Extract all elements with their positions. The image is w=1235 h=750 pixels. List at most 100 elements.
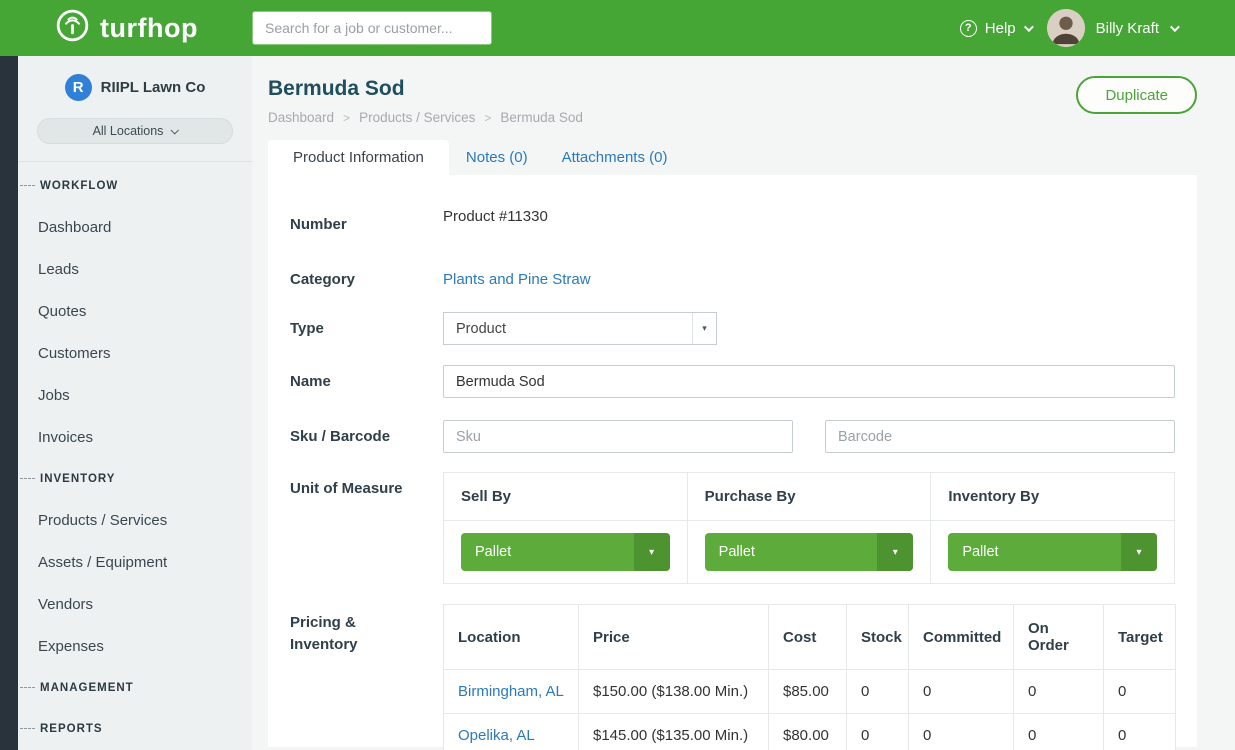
chevron-down-icon: ▾ [877,533,913,571]
turfhop-logo[interactable]: turfhop [0,7,252,49]
name-label: Name [290,365,443,398]
form-row-category: Category Plants and Pine Straw [290,263,1175,289]
sidebar-item-quotes[interactable]: Quotes [18,290,252,332]
sidebar-item-assets-equipment[interactable]: Assets / Equipment [18,541,252,583]
number-label: Number [290,208,443,233]
pricing-header-cost: Cost [769,605,847,670]
number-value: Product #11330 [443,200,548,225]
uom-header-sell-by: Sell By [444,473,688,521]
breadcrumb-separator: > [484,111,491,125]
breadcrumb-current: Bermuda Sod [500,110,583,125]
sidebar-item-jobs[interactable]: Jobs [18,374,252,416]
sidebar-item-customers[interactable]: Customers [18,332,252,374]
form-row-type: Type Product ▾ [290,312,1175,345]
locations-dropdown[interactable]: All Locations [37,118,233,144]
app-window: turfhop ? Help Billy Kraft [0,0,1235,750]
breadcrumb: Dashboard > Products / Services > Bermud… [268,110,583,125]
nav-section-label: WORKFLOW [40,180,118,192]
inventory-by-dropdown[interactable]: Pallet ▾ [948,533,1157,571]
global-search-input[interactable] [252,11,492,45]
sidebar-item-vendors[interactable]: Vendors [18,583,252,625]
topbar-right: ? Help Billy Kraft [960,9,1235,47]
pricing-header-target: Target [1104,605,1176,670]
chevron-down-icon: ▾ [1121,533,1157,571]
stock-cell: 0 [847,714,909,750]
cost-cell: $80.00 [769,714,847,750]
pricing-header-stock: Stock [847,605,909,670]
company-selector[interactable]: R RIIPL Lawn Co [36,74,234,101]
sidebar-item-products-services[interactable]: Products / Services [18,499,252,541]
page-title: Bermuda Sod [268,77,583,101]
form-row-name: Name [290,365,1175,398]
pricing-header-price: Price [579,605,769,670]
sidebar-item-leads[interactable]: Leads [18,248,252,290]
sprinkler-logo-icon [54,7,91,49]
tab-attachments[interactable]: Attachments (0) [545,140,685,175]
table-row: Opelika, AL $145.00 ($135.00 Min.) $80.0… [444,714,1176,750]
name-input[interactable] [443,365,1175,398]
sell-by-value: Pallet [461,544,634,560]
user-avatar [1047,9,1085,47]
committed-cell: 0 [909,670,1014,714]
help-icon: ? [960,20,977,37]
location-link-opelika[interactable]: Opelika, AL [458,727,535,744]
pricing-header-on-order: On Order [1014,605,1104,670]
nav-section-label: INVENTORY [40,473,115,485]
duplicate-button[interactable]: Duplicate [1076,76,1197,114]
breadcrumb-dashboard[interactable]: Dashboard [268,110,334,125]
chevron-down-icon: ▾ [634,533,670,571]
content-shell: R RIIPL Lawn Co All Locations WORKFLOW D… [0,56,1235,750]
section-dash-icon [20,478,35,479]
inventory-by-value: Pallet [948,544,1121,560]
barcode-input[interactable] [825,420,1175,453]
tab-product-information[interactable]: Product Information [268,140,449,175]
user-menu[interactable]: Billy Kraft [1047,9,1177,47]
uom-header-purchase-by: Purchase By [687,473,931,521]
sidebar-item-dashboard[interactable]: Dashboard [18,206,252,248]
purchase-by-dropdown[interactable]: Pallet ▾ [705,533,914,571]
form-row-sku-barcode: Sku / Barcode [290,420,1175,453]
select-arrow-icon: ▾ [692,313,716,344]
chevron-down-icon [1024,22,1034,32]
stock-cell: 0 [847,670,909,714]
pricing-inventory-table: Location Price Cost Stock Committed On O… [443,604,1176,750]
chevron-down-icon [171,126,179,134]
pricing-inventory-label: Pricing & Inventory [290,604,443,750]
target-cell: 0 [1104,714,1176,750]
table-row: Birmingham, AL $150.00 ($138.00 Min.) $8… [444,670,1176,714]
pricing-header-committed: Committed [909,605,1014,670]
breadcrumb-products-services[interactable]: Products / Services [359,110,475,125]
type-label: Type [290,312,443,345]
price-cell: $150.00 ($138.00 Min.) [579,670,769,714]
section-dash-icon [20,185,35,186]
cost-cell: $85.00 [769,670,847,714]
nav-section-reports[interactable]: REPORTS [18,708,252,749]
section-dash-icon [20,728,35,729]
sidebar-nav: WORKFLOW Dashboard Leads Quotes Customer… [18,162,252,749]
category-link[interactable]: Plants and Pine Straw [443,263,591,288]
tab-notes[interactable]: Notes (0) [449,140,545,175]
location-link-birmingham[interactable]: Birmingham, AL [458,683,564,700]
sidebar-item-invoices[interactable]: Invoices [18,416,252,458]
sidebar: R RIIPL Lawn Co All Locations WORKFLOW D… [18,56,252,750]
sku-input[interactable] [443,420,793,453]
pricing-header-row: Location Price Cost Stock Committed On O… [444,605,1176,670]
sidebar-company-block: R RIIPL Lawn Co All Locations [18,56,252,161]
type-select[interactable]: Product ▾ [443,312,717,345]
purchase-by-value: Pallet [705,544,878,560]
uom-header-inventory-by: Inventory By [931,473,1175,521]
user-name: Billy Kraft [1096,20,1159,37]
form-row-pricing-inventory: Pricing & Inventory Location Price Cos [290,604,1175,750]
unit-of-measure-label: Unit of Measure [290,472,443,584]
pricing-header-location: Location [444,605,579,670]
sell-by-dropdown[interactable]: Pallet ▾ [461,533,670,571]
on-order-cell: 0 [1014,714,1104,750]
nav-section-management[interactable]: MANAGEMENT [18,667,252,708]
locations-label: All Locations [93,124,164,138]
sidebar-item-expenses[interactable]: Expenses [18,625,252,667]
sku-barcode-label: Sku / Barcode [290,420,443,453]
nav-section-label: MANAGEMENT [40,682,134,694]
nav-section-label: REPORTS [40,723,103,735]
help-menu[interactable]: ? Help [960,20,1031,37]
company-logo-badge: R [65,74,92,101]
